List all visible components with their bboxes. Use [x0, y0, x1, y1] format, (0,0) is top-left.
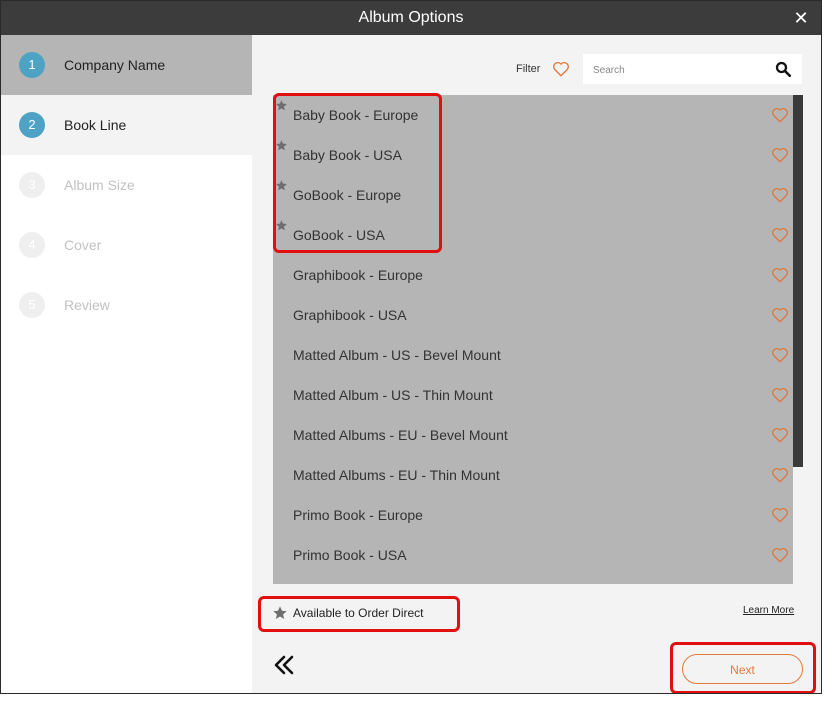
step-label: Cover — [64, 237, 102, 253]
favorite-heart-icon[interactable] — [771, 186, 789, 204]
book-line-name: Graphibook - Europe — [293, 267, 423, 283]
step-label: Book Line — [64, 117, 127, 133]
close-icon[interactable]: ✕ — [789, 5, 813, 31]
book-line-row[interactable]: Baby Book - USA — [273, 135, 791, 175]
favorite-heart-icon[interactable] — [771, 426, 789, 444]
book-line-name: Matted Album - US - Bevel Mount — [293, 347, 501, 363]
favorite-heart-icon[interactable] — [771, 466, 789, 484]
book-line-name: GoBook - Europe — [293, 187, 402, 203]
book-line-name: Baby Book - USA — [293, 147, 402, 163]
order-direct-label: Available to Order Direct — [293, 606, 424, 620]
favorite-heart-icon[interactable] — [771, 506, 789, 524]
book-line-name: Matted Albums - EU - Thin Mount — [293, 467, 500, 483]
step-label: Album Size — [64, 177, 135, 193]
step-album-size: 3 Album Size — [1, 155, 252, 215]
star-icon — [276, 140, 287, 151]
book-line-name: Primo Book - USA — [293, 547, 407, 563]
book-line-row[interactable]: GoBook - Europe — [273, 175, 791, 215]
back-chevrons-icon[interactable] — [272, 653, 296, 677]
book-line-row[interactable]: Matted Albums - EU - Thin Mount — [273, 455, 791, 495]
list-scrollbar-thumb[interactable] — [793, 95, 803, 467]
star-icon — [276, 100, 287, 111]
star-icon — [273, 606, 287, 619]
step-number: 1 — [19, 52, 45, 78]
step-number: 5 — [19, 292, 45, 318]
favorite-heart-icon[interactable] — [771, 146, 789, 164]
step-number: 3 — [19, 172, 45, 198]
book-line-row[interactable]: Matted Albums - EU - Bevel Mount — [273, 415, 791, 455]
book-line-name: Baby Book - Europe — [293, 107, 419, 123]
search-box — [583, 54, 802, 86]
list-scrollbar[interactable] — [793, 95, 803, 584]
book-line-row[interactable]: Graphibook - Europe — [273, 255, 791, 295]
step-number: 4 — [19, 232, 45, 258]
book-line-row[interactable]: Primo Book - USA — [273, 535, 791, 575]
search-input[interactable] — [591, 54, 775, 86]
book-line-row[interactable]: Primo Book - Europe — [273, 495, 791, 535]
book-line-row[interactable]: Matted Album - US - Bevel Mount — [273, 335, 791, 375]
book-line-row[interactable]: Baby Book - Europe — [273, 95, 791, 135]
step-review: 5 Review — [1, 275, 252, 335]
search-icon[interactable] — [774, 60, 792, 78]
star-icon — [276, 220, 287, 231]
learn-more-link[interactable]: Learn More — [743, 605, 794, 616]
favorite-heart-icon[interactable] — [771, 306, 789, 324]
favorite-heart-icon[interactable] — [771, 266, 789, 284]
book-line-name: Graphibook - USA — [293, 307, 407, 323]
book-line-row[interactable]: Matted Album - US - Thin Mount — [273, 375, 791, 415]
step-company-name[interactable]: 1 Company Name — [1, 35, 252, 95]
favorite-heart-icon[interactable] — [771, 346, 789, 364]
book-line-row[interactable]: Graphibook - USA — [273, 295, 791, 335]
step-label: Review — [64, 297, 110, 313]
filter-label: Filter — [516, 63, 541, 75]
step-cover: 4 Cover — [1, 215, 252, 275]
book-line-list[interactable]: Baby Book - Europe Baby Book - USA GoBook … — [273, 95, 803, 584]
album-options-dialog: Album Options ✕ 1 Company Name 2 Book Li… — [0, 0, 822, 694]
book-line-name: Primo Book - Europe — [293, 507, 423, 523]
book-line-row[interactable]: GoBook - USA — [273, 215, 791, 255]
favorite-heart-icon[interactable] — [771, 226, 789, 244]
step-number: 2 — [19, 112, 45, 138]
book-line-panel: Filter Baby Book - Europe Baby Book - USA… — [252, 35, 821, 693]
filter-favorites-heart-icon[interactable] — [552, 60, 570, 78]
step-book-line[interactable]: 2 Book Line — [1, 95, 252, 155]
steps-sidebar: 1 Company Name 2 Book Line 3 Album Size … — [1, 35, 252, 693]
next-button[interactable]: Next — [682, 654, 803, 684]
book-line-name: Matted Albums - EU - Bevel Mount — [293, 427, 508, 443]
favorite-heart-icon[interactable] — [771, 546, 789, 564]
favorite-heart-icon[interactable] — [771, 386, 789, 404]
star-icon — [276, 180, 287, 191]
title-bar: Album Options ✕ — [1, 1, 821, 35]
dialog-title: Album Options — [358, 9, 464, 26]
book-line-name: GoBook - USA — [293, 227, 385, 243]
book-line-name: Matted Album - US - Thin Mount — [293, 387, 493, 403]
step-label: Company Name — [64, 57, 166, 73]
favorite-heart-icon[interactable] — [771, 106, 789, 124]
